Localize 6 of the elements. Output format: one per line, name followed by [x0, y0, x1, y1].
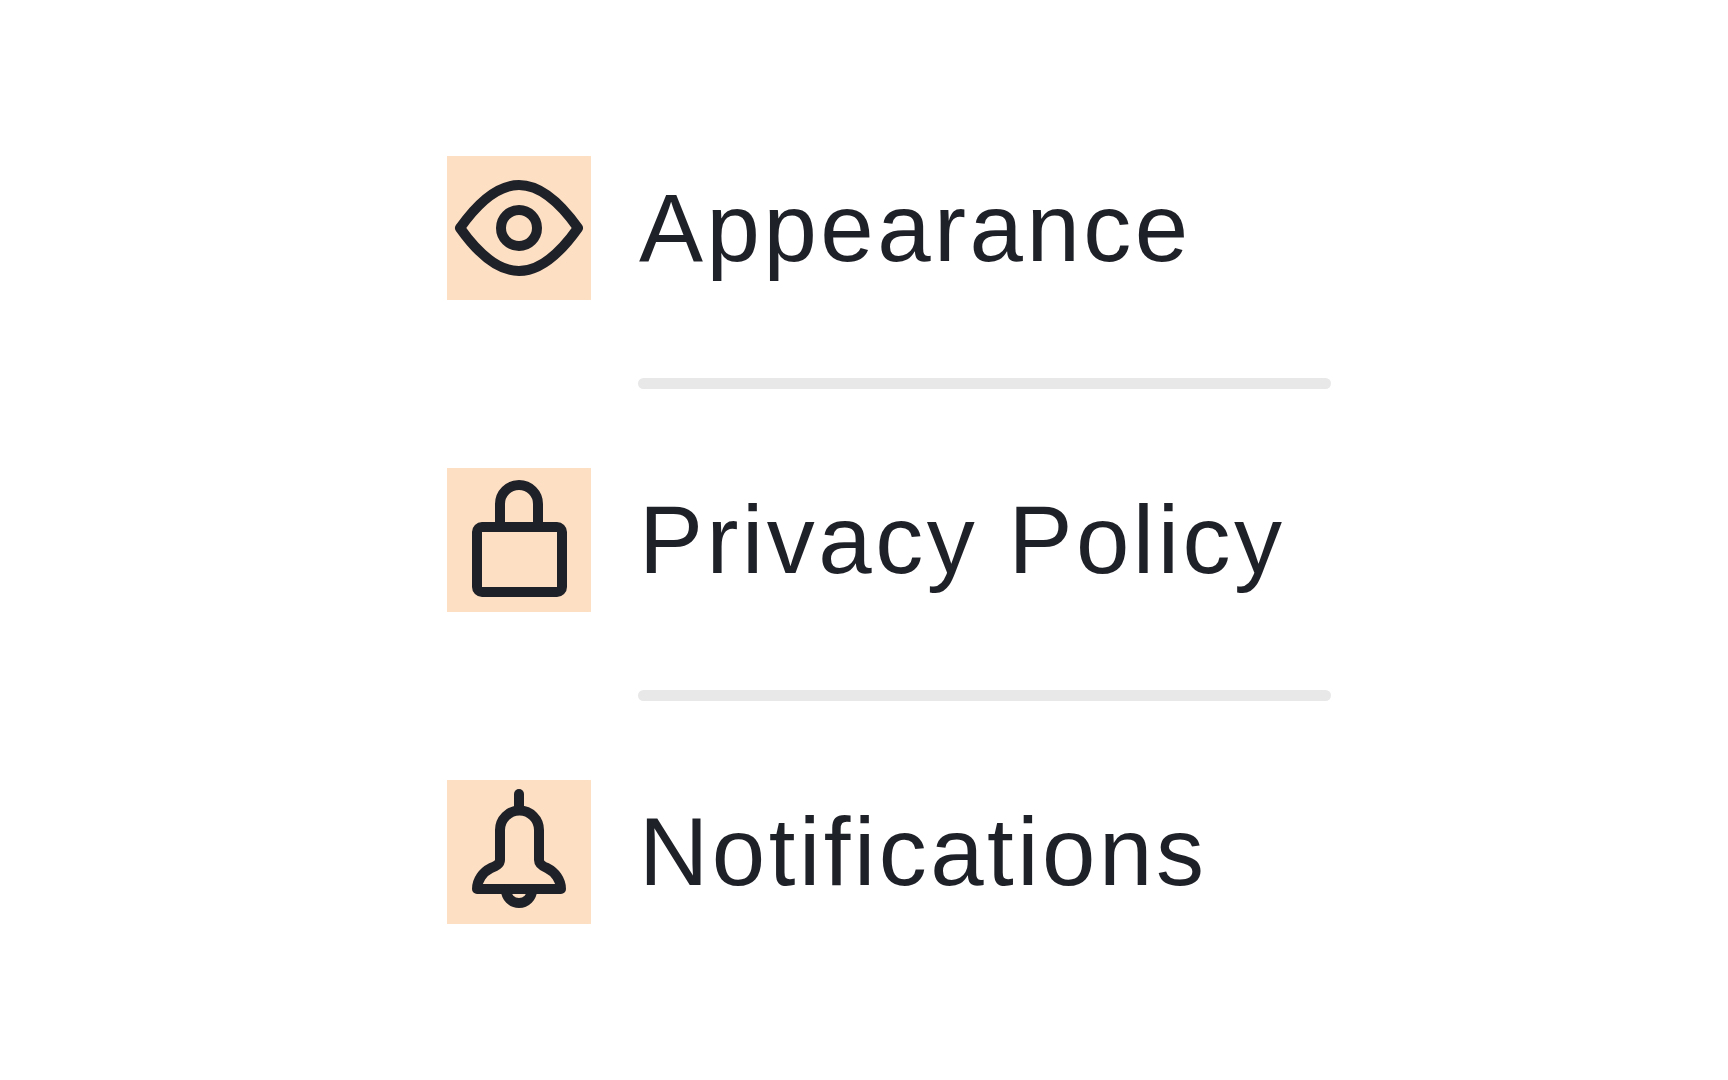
menu-item-label[interactable]: Privacy Policy	[639, 484, 1286, 596]
padlock-icon	[447, 468, 591, 612]
eye-icon	[447, 156, 591, 300]
menu-item-label[interactable]: Notifications	[639, 796, 1208, 908]
menu-item-label[interactable]: Appearance	[639, 172, 1192, 284]
bell-icon	[447, 780, 591, 924]
